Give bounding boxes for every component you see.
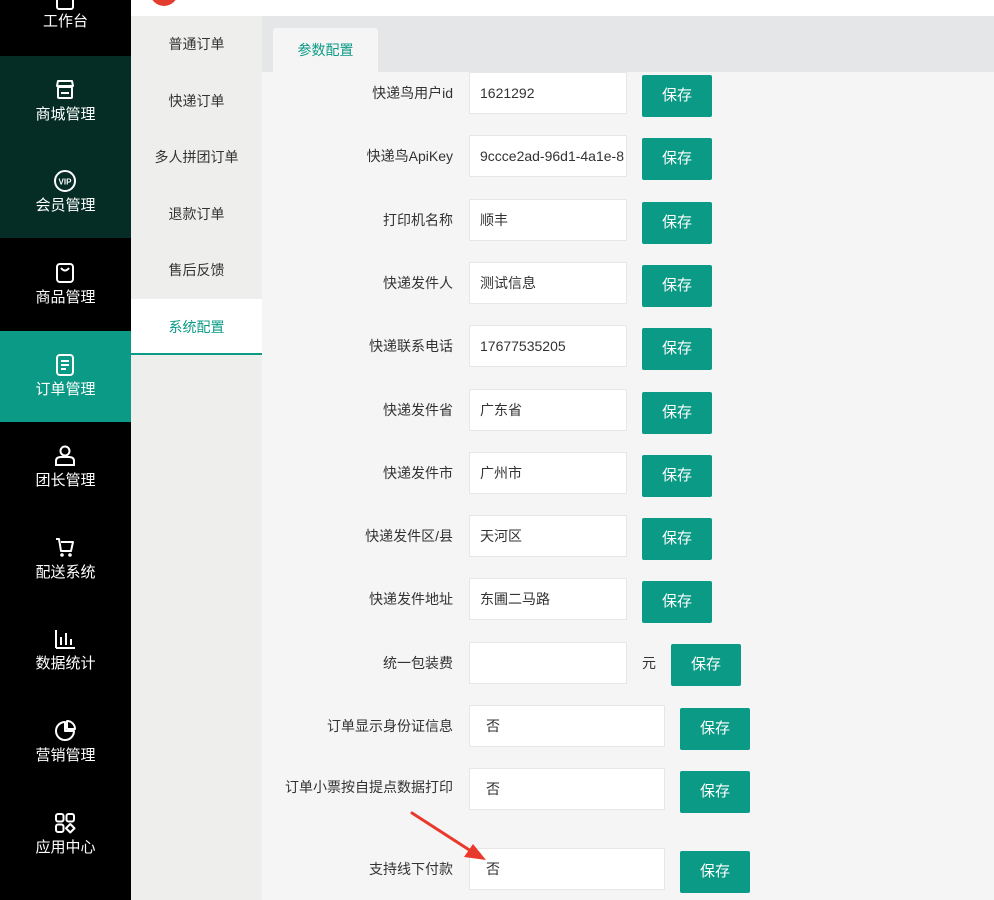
save-button[interactable]: 保存 bbox=[680, 771, 750, 813]
save-button[interactable]: 保存 bbox=[642, 392, 712, 434]
sidebar-item-label: 营销管理 bbox=[35, 747, 96, 764]
sidebar-item-workbench[interactable]: 工作台 bbox=[0, 0, 131, 56]
printer-name-input[interactable]: 顺丰 bbox=[469, 199, 627, 241]
submenu-item-express-orders[interactable]: 快递订单 bbox=[131, 73, 262, 129]
field-label: 订单小票按自提点数据打印 bbox=[285, 779, 453, 795]
vip-icon: VIP bbox=[53, 169, 77, 193]
submenu-item-refund-orders[interactable]: 退款订单 bbox=[131, 186, 262, 242]
show-id-card-select[interactable]: 否 bbox=[469, 705, 665, 747]
submenu-item-system-config[interactable]: 系统配置 bbox=[131, 299, 262, 355]
currency-unit: 元 bbox=[642, 655, 656, 671]
save-button[interactable]: 保存 bbox=[642, 455, 712, 497]
sidebar-item-label: 工作台 bbox=[42, 13, 88, 30]
packaging-fee-input[interactable] bbox=[469, 642, 627, 684]
leader-icon bbox=[53, 444, 77, 468]
pie-icon bbox=[53, 719, 77, 743]
sidebar-item-leader[interactable]: 团长管理 bbox=[0, 422, 131, 513]
field-label: 快递发件人 bbox=[383, 275, 453, 291]
offline-payment-select[interactable]: 否 bbox=[469, 848, 665, 890]
sidebar-item-apps[interactable]: 应用中心 bbox=[0, 789, 131, 880]
receipt-by-pickup-select[interactable]: 否 bbox=[469, 768, 665, 810]
field-label: 快递发件省 bbox=[383, 402, 453, 418]
apps-icon bbox=[53, 811, 77, 835]
save-button[interactable]: 保存 bbox=[642, 581, 712, 623]
save-button[interactable]: 保存 bbox=[642, 138, 712, 180]
tab-bar: 参数配置 bbox=[262, 16, 994, 72]
kdniao-apikey-input[interactable]: 9ccce2ad-96d1-4a1e-8 bbox=[469, 135, 627, 177]
sidebar-item-orders[interactable]: 订单管理 bbox=[0, 331, 131, 422]
field-label: 订单显示身份证信息 bbox=[327, 718, 453, 734]
save-button[interactable]: 保存 bbox=[642, 202, 712, 244]
sender-city-input[interactable]: 广州市 bbox=[469, 452, 627, 494]
field-label: 快递发件区/县 bbox=[365, 528, 453, 544]
sender-address-input[interactable]: 东圃二马路 bbox=[469, 578, 627, 620]
goods-icon bbox=[53, 261, 77, 285]
sender-phone-input[interactable]: 17677535205 bbox=[469, 325, 627, 367]
sidebar-item-member[interactable]: VIP 会员管理 bbox=[0, 147, 131, 238]
field-label: 快递发件地址 bbox=[369, 591, 453, 607]
sidebar-item-label: 应用中心 bbox=[35, 839, 96, 856]
order-icon bbox=[53, 353, 77, 377]
save-button[interactable]: 保存 bbox=[680, 708, 750, 750]
save-button[interactable]: 保存 bbox=[642, 265, 712, 307]
sidebar-item-delivery[interactable]: 配送系统 bbox=[0, 514, 131, 605]
svg-text:VIP: VIP bbox=[59, 178, 73, 187]
sidebar-item-label: 团长管理 bbox=[35, 472, 96, 489]
delivery-icon bbox=[53, 536, 77, 560]
main-sidebar: 工作台 商城管理 VIP 会员管理 商品管理 订单管理 团长管理 配送系统 数据… bbox=[0, 0, 131, 900]
sidebar-item-label: 商城管理 bbox=[35, 106, 96, 123]
sidebar-item-label: 商品管理 bbox=[35, 289, 96, 306]
sender-name-input[interactable]: 测试信息 bbox=[469, 262, 627, 304]
sidebar-item-goods[interactable]: 商品管理 bbox=[0, 239, 131, 330]
sidebar-item-store[interactable]: 商城管理 bbox=[0, 56, 131, 147]
kdniao-user-id-input[interactable]: 1621292 bbox=[469, 72, 627, 114]
top-bar bbox=[131, 0, 994, 16]
order-submenu: 普通订单 快递订单 多人拼团订单 退款订单 售后反馈 系统配置 bbox=[131, 16, 262, 900]
sidebar-item-label: 数据统计 bbox=[35, 655, 96, 672]
sidebar-item-stats[interactable]: 数据统计 bbox=[0, 605, 131, 696]
sidebar-item-label: 订单管理 bbox=[35, 381, 96, 398]
submenu-item-group-orders[interactable]: 多人拼团订单 bbox=[131, 129, 262, 185]
field-label: 快递鸟用户id bbox=[372, 85, 453, 101]
submenu-item-normal-orders[interactable]: 普通订单 bbox=[131, 16, 262, 72]
field-label: 快递发件市 bbox=[383, 465, 453, 481]
config-form: 快递鸟用户id 1621292 保存 快递鸟ApiKey 9ccce2ad-96… bbox=[262, 72, 994, 900]
sender-district-input[interactable]: 天河区 bbox=[469, 515, 627, 557]
field-label: 快递鸟ApiKey bbox=[366, 148, 453, 164]
save-button[interactable]: 保存 bbox=[642, 75, 712, 117]
save-button[interactable]: 保存 bbox=[671, 644, 741, 686]
tab-parameter-config[interactable]: 参数配置 bbox=[273, 28, 378, 72]
sidebar-item-label: 会员管理 bbox=[35, 197, 96, 214]
save-button[interactable]: 保存 bbox=[642, 328, 712, 370]
sidebar-item-label: 配送系统 bbox=[35, 564, 96, 581]
field-label: 打印机名称 bbox=[383, 212, 453, 228]
save-button[interactable]: 保存 bbox=[680, 851, 750, 893]
chart-icon bbox=[53, 627, 77, 651]
store-icon bbox=[53, 78, 77, 102]
sidebar-item-marketing[interactable]: 营销管理 bbox=[0, 697, 131, 788]
save-button[interactable]: 保存 bbox=[642, 518, 712, 560]
submenu-item-after-sales[interactable]: 售后反馈 bbox=[131, 242, 262, 298]
field-label: 支持线下付款 bbox=[369, 861, 453, 877]
field-label: 统一包装费 bbox=[383, 655, 453, 671]
field-label: 快递联系电话 bbox=[369, 338, 453, 354]
sender-province-input[interactable]: 广东省 bbox=[469, 389, 627, 431]
